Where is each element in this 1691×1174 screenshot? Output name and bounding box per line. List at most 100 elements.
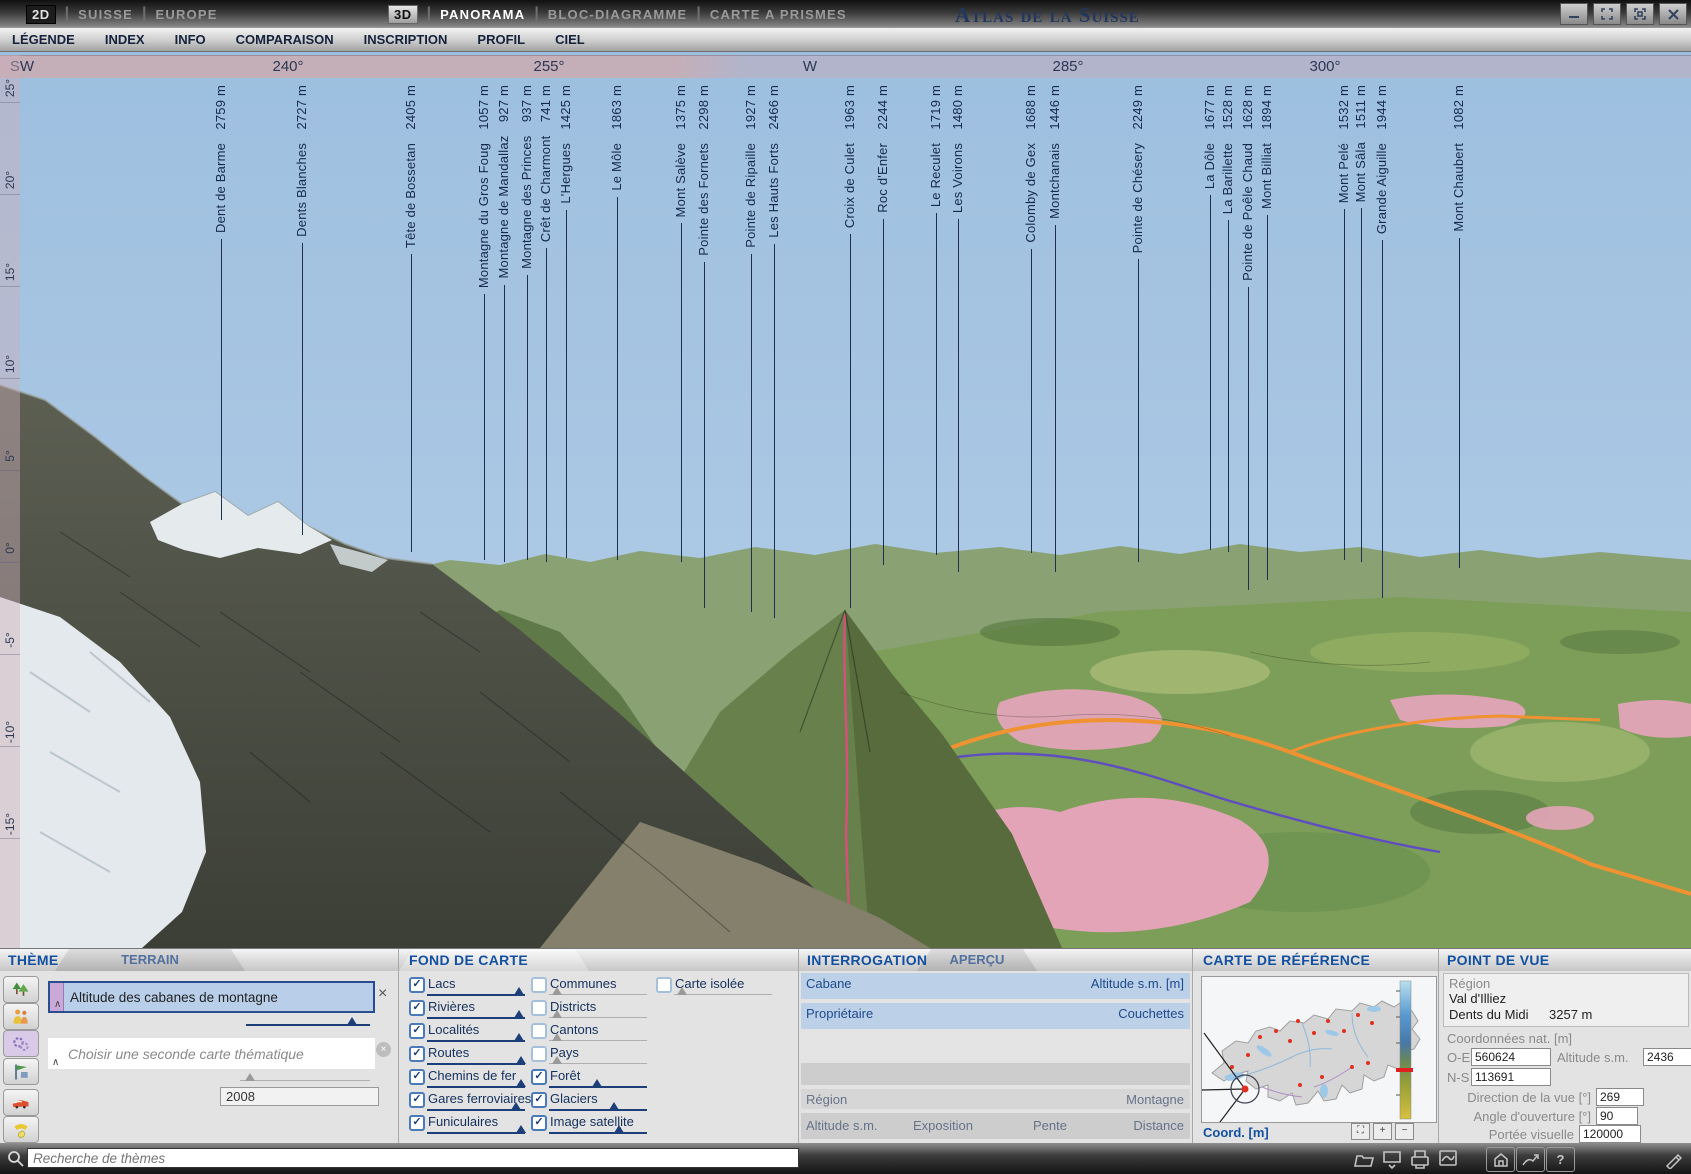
reference-map[interactable] xyxy=(1201,976,1437,1123)
checkbox-checked-icon[interactable]: ✓ xyxy=(531,1092,547,1108)
phone-icon-button[interactable] xyxy=(3,1116,39,1143)
mode-2d-button[interactable]: 2D xyxy=(26,5,56,24)
layer-opacity-slider[interactable] xyxy=(549,1127,647,1135)
menu-item-lgende[interactable]: LÉGENDE xyxy=(12,32,75,47)
restore-button[interactable] xyxy=(1593,3,1621,25)
menu-item-inscription[interactable]: INSCRIPTION xyxy=(364,32,448,47)
menu-item-profil[interactable]: PROFIL xyxy=(477,32,525,47)
mode-item-carte-a-prismes[interactable]: CARTE A PRISMES xyxy=(710,7,847,22)
checkbox-unchecked-icon[interactable] xyxy=(656,977,672,993)
layer-opacity-slider[interactable] xyxy=(427,989,525,997)
checkbox-unchecked-icon[interactable] xyxy=(531,1046,547,1062)
menu-item-comparaison[interactable]: COMPARAISON xyxy=(236,32,334,47)
panorama-view[interactable]: SW240°255°W285°300° 25°20°15°10°5°0°-5°-… xyxy=(0,52,1691,948)
slider-thumb[interactable] xyxy=(609,1102,619,1110)
mode-3d-button[interactable]: 3D xyxy=(388,5,418,24)
slider-thumb[interactable] xyxy=(552,1010,562,1018)
slider-thumb[interactable] xyxy=(347,1017,357,1025)
checkbox-unchecked-icon[interactable] xyxy=(531,977,547,993)
slider-thumb[interactable] xyxy=(677,987,687,995)
theme-search-input[interactable] xyxy=(27,1148,799,1168)
checkbox-checked-icon[interactable]: ✓ xyxy=(409,1023,425,1039)
layer-opacity-slider[interactable] xyxy=(674,989,772,997)
people-icon-button[interactable] xyxy=(3,1003,39,1030)
slider-thumb[interactable] xyxy=(514,987,524,995)
checkbox-unchecked-icon[interactable] xyxy=(531,1000,547,1016)
close-button[interactable] xyxy=(1659,3,1687,25)
theme1-remove-button[interactable]: × xyxy=(378,985,387,1003)
year-field[interactable]: 2008 xyxy=(220,1087,379,1106)
checkbox-checked-icon[interactable]: ✓ xyxy=(409,977,425,993)
slider-thumb[interactable] xyxy=(516,1079,526,1087)
maximize-button[interactable] xyxy=(1626,3,1654,25)
aperture-input[interactable] xyxy=(1596,1107,1638,1125)
slider-thumb[interactable] xyxy=(511,1102,521,1110)
slider-thumb[interactable] xyxy=(552,1056,562,1064)
layer-opacity-slider[interactable] xyxy=(549,1081,647,1089)
checkbox-checked-icon[interactable]: ✓ xyxy=(409,1115,425,1131)
peak-leader-line xyxy=(566,210,567,558)
slider-thumb[interactable] xyxy=(514,1010,524,1018)
mode-item-suisse[interactable]: SUISSE xyxy=(78,7,133,22)
mode-item-panorama[interactable]: PANORAMA xyxy=(440,7,525,22)
checkbox-checked-icon[interactable]: ✓ xyxy=(531,1069,547,1085)
theme1-dropdown[interactable]: ∧ Altitude des cabanes de montagne xyxy=(48,981,375,1013)
pencil-icon[interactable] xyxy=(1664,1151,1682,1169)
map-zoom-in-button[interactable]: + xyxy=(1373,1123,1392,1140)
layer-opacity-slider[interactable] xyxy=(427,1035,525,1043)
fit-extent-button[interactable]: ⛶ xyxy=(1351,1123,1370,1140)
checkbox-unchecked-icon[interactable] xyxy=(531,1023,547,1039)
slider-thumb[interactable] xyxy=(514,1033,524,1041)
checkbox-checked-icon[interactable]: ✓ xyxy=(409,1069,425,1085)
minimize-button[interactable] xyxy=(1560,3,1588,25)
layer-opacity-slider[interactable] xyxy=(549,1012,647,1020)
flag-icon-button[interactable] xyxy=(3,1058,39,1085)
altitude-input[interactable] xyxy=(1643,1048,1691,1066)
theme2-dropdown[interactable]: ∧ Choisir une seconde carte thématique xyxy=(48,1038,375,1069)
mode-item-bloc-diagramme[interactable]: BLOC-DIAGRAMME xyxy=(548,7,688,22)
ns-input[interactable] xyxy=(1471,1068,1551,1086)
slider-thumb[interactable] xyxy=(516,1125,526,1133)
menu-item-index[interactable]: INDEX xyxy=(105,32,145,47)
checkbox-checked-icon[interactable]: ✓ xyxy=(531,1115,547,1131)
mode-item-europe[interactable]: EUROPE xyxy=(155,7,217,22)
year-slider[interactable] xyxy=(240,1075,370,1083)
layer-opacity-slider[interactable] xyxy=(427,1081,525,1089)
slider-thumb[interactable] xyxy=(592,1079,602,1087)
slider-thumb[interactable] xyxy=(552,1033,562,1041)
slider-thumb[interactable] xyxy=(614,1125,624,1133)
layer-opacity-slider[interactable] xyxy=(427,1058,525,1066)
layer-opacity-slider[interactable] xyxy=(427,1012,525,1020)
measure-button[interactable] xyxy=(1516,1147,1545,1172)
checkbox-checked-icon[interactable]: ✓ xyxy=(409,1092,425,1108)
tab-apercu[interactable]: APERÇU xyxy=(917,949,1037,971)
layer-opacity-slider[interactable] xyxy=(427,1104,525,1112)
app-title: Atlas de la Suisse xyxy=(955,3,1140,28)
viewpoint-dot[interactable] xyxy=(1242,1086,1249,1093)
slider-thumb[interactable] xyxy=(516,1056,526,1064)
map-zoom-out-button[interactable]: − xyxy=(1395,1123,1414,1140)
gears-icon-button[interactable] xyxy=(3,1030,39,1057)
range-input[interactable] xyxy=(1579,1125,1641,1143)
slider-thumb[interactable] xyxy=(552,987,562,995)
layer-opacity-slider[interactable] xyxy=(549,989,647,997)
menu-item-ciel[interactable]: CIEL xyxy=(555,32,585,47)
query-panel-title[interactable]: INTERROGATION xyxy=(807,952,927,968)
checkbox-checked-icon[interactable]: ✓ xyxy=(409,1000,425,1016)
menu-item-info[interactable]: INFO xyxy=(175,32,206,47)
layer-opacity-slider[interactable] xyxy=(427,1127,525,1135)
layer-opacity-slider[interactable] xyxy=(549,1058,647,1066)
home-button[interactable] xyxy=(1486,1147,1515,1172)
train-icon-button[interactable] xyxy=(3,1089,39,1116)
tab-terrain[interactable]: TERRAIN xyxy=(55,949,245,971)
checkbox-checked-icon[interactable]: ✓ xyxy=(409,1046,425,1062)
theme1-opacity-slider[interactable] xyxy=(246,1019,370,1027)
oe-input[interactable] xyxy=(1471,1048,1551,1066)
direction-input[interactable] xyxy=(1596,1088,1644,1106)
theme2-clear-button[interactable]: × xyxy=(376,1042,391,1057)
help-button[interactable]: ? xyxy=(1546,1147,1575,1172)
layer-opacity-slider[interactable] xyxy=(549,1035,647,1043)
layer-opacity-slider[interactable] xyxy=(549,1104,647,1112)
trees-icon-button[interactable] xyxy=(3,976,39,1003)
slider-thumb[interactable] xyxy=(245,1073,255,1081)
